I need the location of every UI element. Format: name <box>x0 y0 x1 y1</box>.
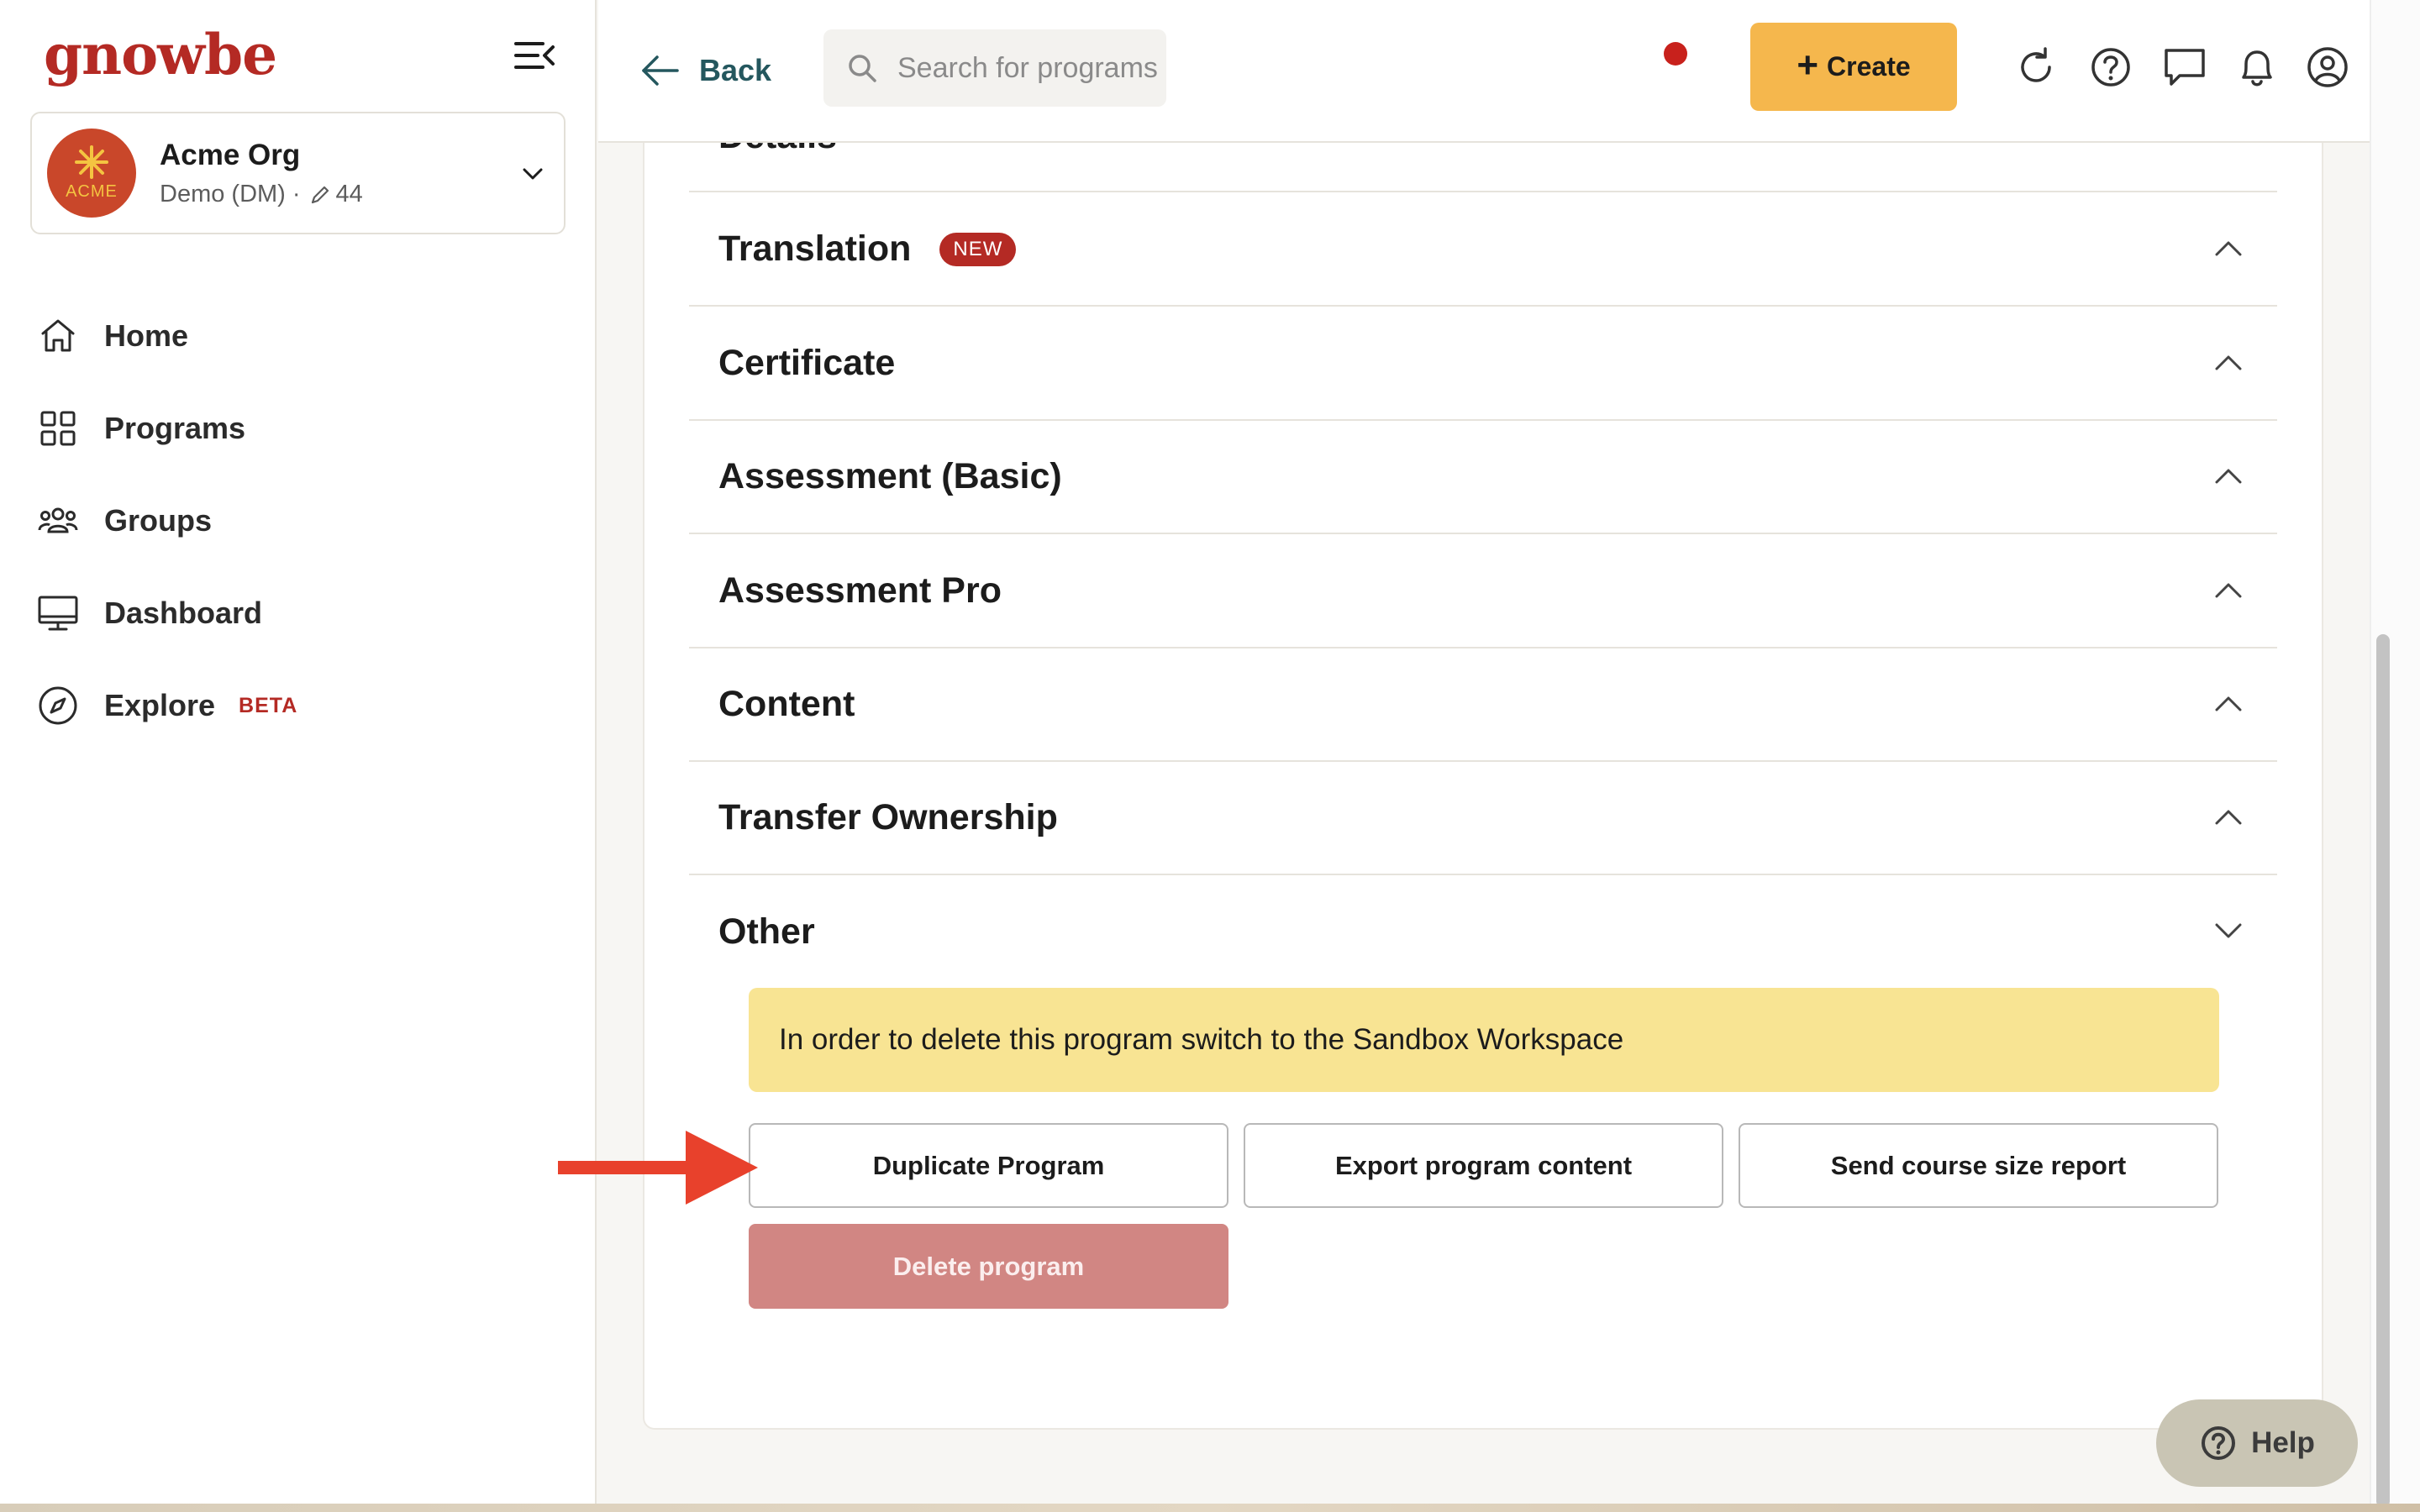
chevron-up-icon <box>2215 583 2242 598</box>
plus-icon: + <box>1797 44 1819 86</box>
delete-program-button[interactable]: Delete program <box>749 1224 1228 1309</box>
section-assessment-basic[interactable]: Assessment (Basic) <box>689 421 2277 534</box>
section-other[interactable]: Other <box>689 875 2277 989</box>
nav-label-home: Home <box>104 318 189 353</box>
top-bar: Back + Create <box>598 0 2370 143</box>
notification-dot <box>1664 42 1687 66</box>
nav-item-home[interactable]: Home <box>0 290 597 382</box>
sidebar: gnowbe ACME Acme Org Demo (DM) · 44 Home… <box>0 0 597 1504</box>
chevron-up-icon <box>2215 810 2242 825</box>
back-button[interactable]: Back <box>640 45 771 96</box>
sandbox-notice: In order to delete this program switch t… <box>749 988 2219 1092</box>
help-circle-icon[interactable] <box>2087 44 2134 91</box>
nav-label-programs: Programs <box>104 411 246 445</box>
nav-label-explore: Explore <box>104 688 216 722</box>
section-content[interactable]: Content <box>689 648 2277 762</box>
section-title: Translation <box>718 228 912 269</box>
org-workspace-label: Demo (DM) · <box>160 181 301 207</box>
section-title: Certificate <box>718 343 896 383</box>
search-bar[interactable] <box>823 29 1166 107</box>
help-label: Help <box>2251 1426 2315 1459</box>
bell-icon[interactable] <box>2233 44 2281 91</box>
section-title: Assessment Pro <box>718 570 1002 611</box>
chevron-up-icon <box>2215 696 2242 711</box>
send-course-size-report-button[interactable]: Send course size report <box>1739 1123 2218 1208</box>
arrow-left-icon <box>642 55 679 86</box>
org-name: Acme Org <box>160 139 301 171</box>
create-label: Create <box>1827 51 1911 81</box>
collapse-menu-icon <box>514 42 555 69</box>
nav-item-groups[interactable]: Groups <box>0 475 597 567</box>
acme-sun-icon <box>75 145 108 179</box>
section-certificate[interactable]: Certificate <box>689 307 2277 421</box>
user-account-icon[interactable] <box>2304 44 2351 91</box>
pencil-icon <box>311 186 329 203</box>
new-badge: NEW <box>939 232 1017 266</box>
beta-badge: BETA <box>239 693 298 717</box>
section-assessment-pro[interactable]: Assessment Pro <box>689 535 2277 648</box>
org-switcher[interactable]: ACME Acme Org Demo (DM) · 44 <box>30 112 566 234</box>
collapse-sidebar-button[interactable] <box>511 37 558 74</box>
scrollbar-thumb[interactable] <box>2376 634 2390 1508</box>
monitor-icon <box>38 596 78 631</box>
org-avatar-text: ACME <box>66 182 118 201</box>
chevron-up-icon <box>2215 355 2242 370</box>
org-subtitle: Demo (DM) · 44 <box>160 181 363 208</box>
section-title: Content <box>718 684 855 724</box>
duplicate-program-button[interactable]: Duplicate Program <box>749 1123 1228 1208</box>
help-circle-icon <box>2202 1426 2236 1460</box>
section-title: Assessment (Basic) <box>718 456 1062 496</box>
users-icon <box>38 507 78 533</box>
nav-item-dashboard[interactable]: Dashboard <box>0 567 597 659</box>
home-icon <box>41 319 75 352</box>
section-transfer-ownership[interactable]: Transfer Ownership <box>689 762 2277 875</box>
nav-label-groups: Groups <box>104 503 213 538</box>
section-title: Other <box>718 911 815 952</box>
main-nav: Home Programs Groups Dashboard Explore B… <box>0 290 597 752</box>
search-icon <box>849 55 876 82</box>
window-bottom-edge <box>0 1504 2420 1512</box>
org-edit-count: 44 <box>335 181 363 207</box>
chevron-down-icon <box>523 168 543 180</box>
section-translation[interactable]: Translation NEW <box>689 193 2277 307</box>
section-divider <box>689 191 2277 192</box>
help-button[interactable]: Help <box>2156 1399 2358 1487</box>
nav-item-explore[interactable]: Explore BETA <box>0 659 597 752</box>
compass-icon <box>39 686 77 725</box>
annotation-arrow-icon <box>558 1131 758 1205</box>
chevron-down-icon <box>2215 923 2242 938</box>
gnowbe-logo[interactable]: gnowbe <box>44 22 277 87</box>
search-input[interactable] <box>897 51 1166 85</box>
chat-icon[interactable] <box>2161 44 2208 91</box>
export-program-content-button[interactable]: Export program content <box>1244 1123 1723 1208</box>
grid-icon <box>40 411 76 446</box>
nav-item-programs[interactable]: Programs <box>0 382 597 475</box>
create-button[interactable]: + Create <box>1750 23 1957 111</box>
chevron-up-icon <box>2215 469 2242 484</box>
section-title: Transfer Ownership <box>718 797 1058 837</box>
refresh-icon[interactable] <box>2012 44 2060 91</box>
nav-label-dashboard: Dashboard <box>104 596 263 630</box>
chevron-up-icon <box>2215 241 2242 256</box>
org-avatar: ACME <box>47 129 136 218</box>
back-label: Back <box>699 53 772 87</box>
